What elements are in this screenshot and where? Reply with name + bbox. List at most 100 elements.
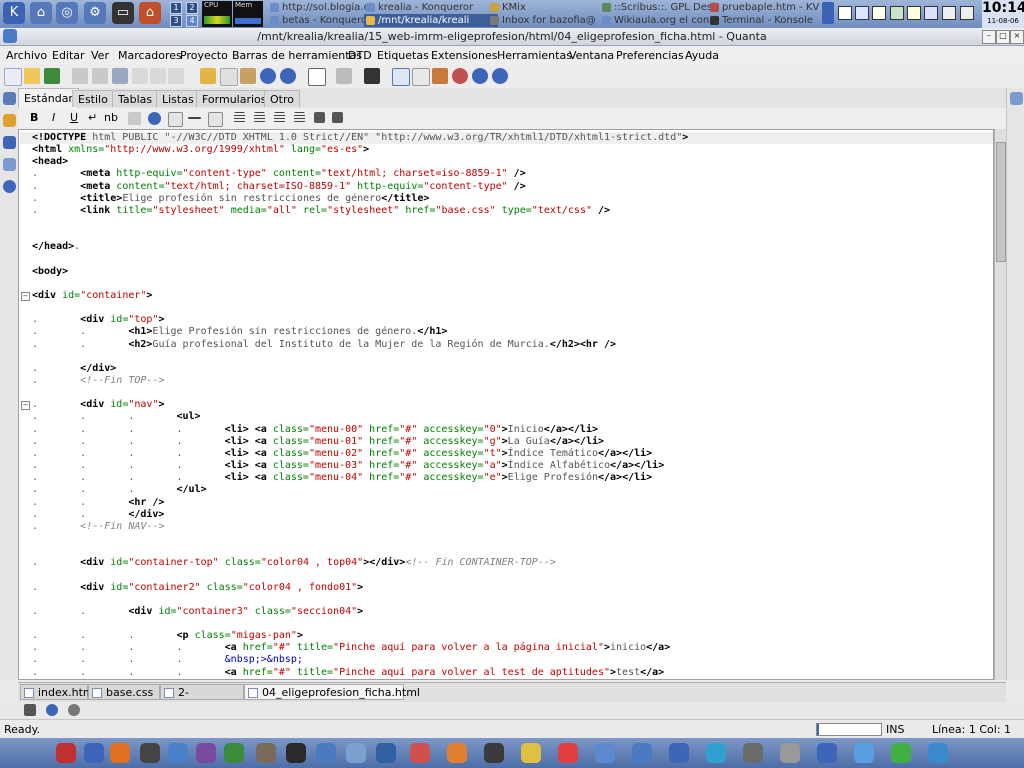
document-tab[interactable]: index.htm <box>20 684 94 700</box>
taskbar-item[interactable]: KMix <box>488 1 610 14</box>
block-icon[interactable] <box>314 112 325 123</box>
code-line[interactable]: . . . . <li> <a class="menu-04" href="#"… <box>32 472 652 484</box>
settings-icon[interactable]: ⚙ <box>84 2 106 24</box>
save-as-icon[interactable] <box>92 68 108 84</box>
tray-icon-clipboard[interactable] <box>838 6 852 20</box>
code-line[interactable]: . <div id="container2" class="color04 , … <box>32 582 363 594</box>
image-tag-icon[interactable] <box>128 112 141 125</box>
align-right-icon[interactable] <box>274 112 285 123</box>
taskbar-item[interactable]: betas - Konqueror <box>268 14 374 27</box>
kmail-icon[interactable] <box>168 743 188 763</box>
launcher-icon[interactable] <box>780 743 800 763</box>
taskbar-item[interactable]: Terminal - Konsole <box>708 14 834 27</box>
launcher-icon[interactable] <box>854 743 874 763</box>
maximize-button[interactable]: □ <box>996 30 1010 44</box>
tray-icon-notes[interactable] <box>907 6 921 20</box>
launcher-icon[interactable] <box>706 743 726 763</box>
split-view-icon[interactable] <box>432 68 448 84</box>
menu-editar[interactable]: Editar <box>52 49 85 62</box>
code-line[interactable]: . . . <p class="migas-pan"> <box>32 630 303 642</box>
code-editor[interactable]: <!DOCTYPE html PUBLIC "-//W3C//DTD XHTML… <box>18 129 994 680</box>
menu-archivo[interactable]: Archivo <box>6 49 47 62</box>
xsl-icon[interactable] <box>364 68 380 84</box>
document-tab[interactable]: base.css <box>88 684 160 700</box>
code-line[interactable]: . . . . <li> <a class="menu-00" href="#"… <box>32 424 598 436</box>
underline-tag-button[interactable]: U <box>70 111 78 125</box>
tray-icon-kmix[interactable] <box>822 2 834 24</box>
menu-preferencias[interactable]: Preferencias <box>616 49 684 62</box>
window-menu-icon[interactable] <box>3 29 17 43</box>
minimize-button[interactable]: – <box>982 30 996 44</box>
code-line[interactable]: . . . . <li> <a class="menu-03" href="#"… <box>32 460 664 472</box>
source-view-icon[interactable] <box>392 68 410 86</box>
align-center-icon[interactable] <box>254 112 265 123</box>
taskbar-item[interactable]: pruebaple.htm - KV <box>708 1 834 14</box>
code-line[interactable]: . . . . <li> <a class="menu-02" href="#"… <box>32 448 652 460</box>
launcher-icon[interactable] <box>891 743 911 763</box>
link-tag-icon[interactable] <box>168 112 183 127</box>
align-justify-icon[interactable] <box>294 112 305 123</box>
editor-scroll-thumb[interactable] <box>996 142 1006 262</box>
menu-ventana[interactable]: Ventana <box>569 49 614 62</box>
launcher-icon[interactable] <box>484 743 504 763</box>
replace-icon[interactable] <box>168 68 184 84</box>
quick-tab-5[interactable]: Otro <box>264 90 300 107</box>
new-file-icon[interactable] <box>4 68 22 86</box>
menu-dtd[interactable]: DTD <box>348 49 372 62</box>
quick-tab-4[interactable]: Formularios <box>196 90 273 107</box>
annotations-icon[interactable] <box>68 704 80 716</box>
settings-icon[interactable] <box>316 743 336 763</box>
nbsp-button[interactable]: nb <box>104 111 118 125</box>
launcher-icon[interactable] <box>521 743 541 763</box>
launcher-icon[interactable] <box>595 743 615 763</box>
window-title-bar[interactable]: /mnt/krealia/krealia/15_web-imrm-eligepr… <box>0 28 1024 46</box>
terminal-icon[interactable] <box>140 743 160 763</box>
align-left-icon[interactable] <box>234 112 245 123</box>
code-line[interactable]: . <div id="container-top" class="color04… <box>32 557 556 569</box>
code-line[interactable]: . . . . &nbsp;>&nbsp; <box>32 654 303 666</box>
preview-icon[interactable] <box>452 68 468 84</box>
copy-icon[interactable] <box>220 68 238 86</box>
desktop-1[interactable]: 1 <box>170 2 182 14</box>
reload-icon[interactable] <box>472 68 488 84</box>
strong-tag-button[interactable]: B <box>30 111 38 125</box>
attribute-editor-icon[interactable] <box>3 180 16 193</box>
kmenu-icon[interactable]: K <box>3 2 25 24</box>
quick-tab-1[interactable]: Estilo <box>72 90 114 107</box>
firefox-icon[interactable] <box>110 743 130 763</box>
code-line[interactable]: <!DOCTYPE html PUBLIC "-//W3C//DTD XHTML… <box>20 132 993 144</box>
code-line[interactable]: . <!--Fin NAV--> <box>32 521 164 533</box>
code-line[interactable]: . . <div id="container3" class="seccion0… <box>32 606 363 618</box>
messages-icon[interactable] <box>24 704 36 716</box>
code-line[interactable]: . <!--Fin TOP--> <box>32 375 164 387</box>
taskbar-item[interactable]: Wikiaula.org el con <box>600 14 718 27</box>
launcher-icon[interactable] <box>558 743 578 763</box>
launcher-icon[interactable] <box>410 743 430 763</box>
code-line[interactable]: . </div> <box>32 363 116 375</box>
clock[interactable]: 10:14 11-08-06 <box>982 0 1024 28</box>
code-line[interactable]: . <div id="top"> <box>32 314 165 326</box>
find-next-icon[interactable] <box>150 68 166 84</box>
find-icon[interactable] <box>132 68 148 84</box>
desktop-2[interactable]: 2 <box>186 2 198 14</box>
globe-icon[interactable] <box>376 743 396 763</box>
desktop-4[interactable]: 4 <box>186 15 198 27</box>
code-line[interactable]: . <meta content="text/html; charset=ISO-… <box>32 181 526 193</box>
quick-tab-2[interactable]: Tablas <box>112 90 159 107</box>
launcher-icon[interactable] <box>669 743 689 763</box>
tray-icon-network[interactable] <box>855 6 869 20</box>
code-line[interactable]: <div id="container"> <box>32 290 152 302</box>
close-button[interactable]: × <box>1010 30 1024 44</box>
save-icon[interactable] <box>72 68 88 84</box>
tray-icon-kopete[interactable] <box>872 6 886 20</box>
code-line[interactable]: . . . . <a href="#" title="Pinche aquí p… <box>32 642 670 654</box>
hr-tag-icon[interactable] <box>188 117 201 119</box>
templates-icon[interactable] <box>3 136 16 149</box>
menu-ver[interactable]: Ver <box>91 49 109 62</box>
open-file-icon[interactable] <box>24 68 40 84</box>
kde-icon[interactable] <box>56 743 76 763</box>
tray-icon-klipper[interactable] <box>924 6 938 20</box>
fold-marker-icon[interactable]: − <box>21 291 30 301</box>
vpl-view-icon[interactable] <box>412 68 430 86</box>
code-line[interactable]: . . <h2>Guía profesional del Instituto d… <box>32 339 616 351</box>
